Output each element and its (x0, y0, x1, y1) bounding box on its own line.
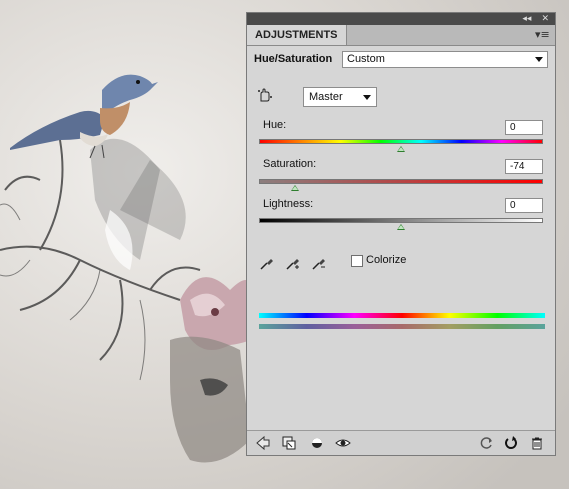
panel-tab-row: ADJUSTMENTS ▾≡ (247, 25, 555, 46)
adjustment-title: Hue/Saturation (254, 53, 333, 65)
trash-icon[interactable] (529, 435, 545, 451)
lightness-slider-thumb[interactable] (397, 224, 405, 230)
targeted-adjustment-hand-icon[interactable] (257, 87, 273, 103)
panel-footer (247, 430, 555, 455)
chevron-down-icon (363, 95, 371, 100)
eyedropper-icon[interactable] (259, 255, 275, 271)
channel-value: Master (309, 91, 343, 103)
eyedropper-subtract-icon[interactable] (311, 255, 327, 271)
saturation-slider-thumb[interactable] (291, 185, 299, 191)
hue-slider-thumb[interactable] (397, 146, 405, 152)
reset-icon[interactable] (503, 435, 519, 451)
saturation-label: Saturation: (263, 158, 317, 170)
reset-view-icon[interactable] (479, 435, 495, 451)
saturation-input[interactable]: -74 (505, 159, 543, 174)
collapse-panel-icon[interactable]: ◂◂ (522, 14, 531, 24)
visibility-mask-icon[interactable] (309, 435, 325, 451)
input-spectrum-bar (259, 313, 545, 318)
back-arrow-icon[interactable] (255, 435, 271, 451)
hue-slider-track[interactable] (259, 139, 543, 144)
channel-dropdown[interactable]: Master (303, 87, 377, 107)
output-spectrum-bar (259, 324, 545, 329)
panel-menu-icon[interactable]: ▾≡ (535, 29, 550, 41)
eye-icon[interactable] (335, 435, 351, 451)
adjustments-panel: ◂◂ ✕ ADJUSTMENTS ▾≡ Hue/Saturation Custo… (246, 12, 556, 456)
preset-dropdown[interactable]: Custom (342, 51, 548, 68)
lightness-input[interactable]: 0 (505, 198, 543, 213)
hue-label: Hue: (263, 119, 287, 131)
saturation-slider-track[interactable] (259, 179, 543, 184)
preset-value: Custom (347, 53, 385, 65)
colorize-label: Colorize (366, 254, 407, 266)
eyedropper-add-icon[interactable] (285, 255, 301, 271)
colorize-checkbox[interactable] (351, 255, 363, 267)
clip-to-layer-icon[interactable] (281, 435, 297, 451)
hue-input[interactable]: 0 (505, 120, 543, 135)
chevron-down-icon (535, 57, 543, 62)
close-panel-icon[interactable]: ✕ (541, 14, 549, 24)
lightness-label: Lightness: (263, 198, 314, 210)
tab-adjustments[interactable]: ADJUSTMENTS (247, 25, 347, 45)
lightness-slider-track[interactable] (259, 218, 543, 223)
